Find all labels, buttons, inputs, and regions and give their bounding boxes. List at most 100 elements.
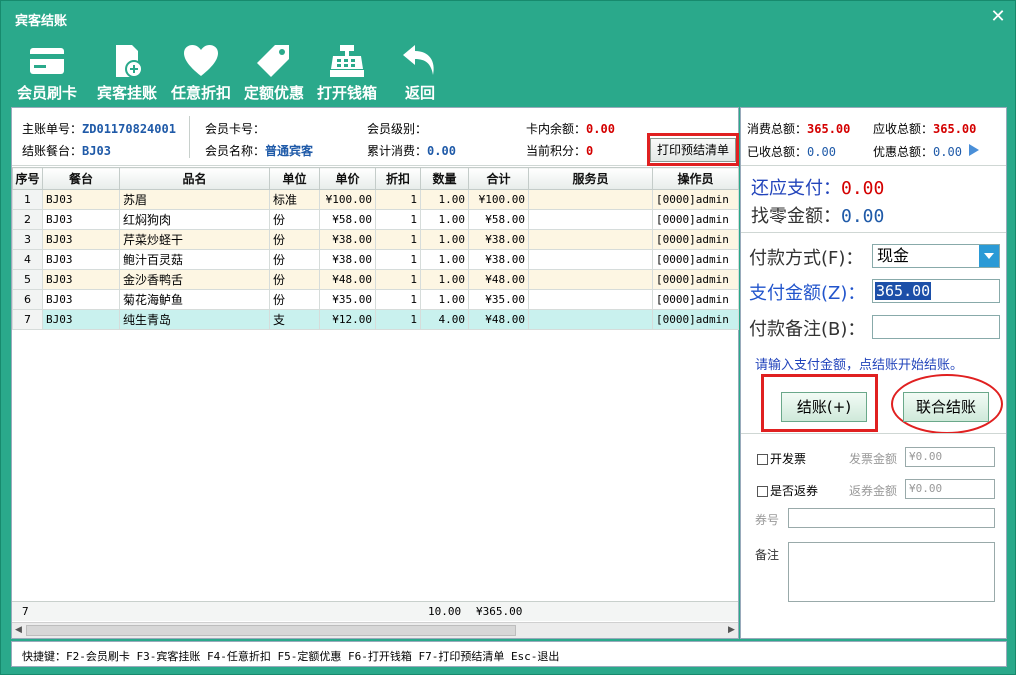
scroll-left-icon[interactable]: ◀ xyxy=(12,624,25,637)
cell-discount: 1 xyxy=(375,309,421,330)
payment-panel: 消费总额：365.00 应收总额：365.00 已收总额：0.00 优惠总额：0… xyxy=(740,107,1007,639)
payment-method-value: 现金 xyxy=(877,246,910,265)
title-bar: 宾客结账 ✕ xyxy=(1,1,1016,35)
cell-discount: 1 xyxy=(375,229,421,250)
return-button[interactable]: 返回 xyxy=(384,37,456,103)
card-icon xyxy=(30,48,64,74)
cell-discount: 1 xyxy=(375,189,421,210)
col-total[interactable]: 合计 xyxy=(468,167,529,190)
cell-total: ¥48.00 xyxy=(468,309,529,330)
table-row[interactable]: 5 BJ03 金沙香鸭舌 份 ¥48.00 1 1.00 ¥48.00 [000… xyxy=(12,269,739,290)
open-cash-drawer-label: 打开钱箱 xyxy=(316,84,377,102)
payment-note-input[interactable] xyxy=(872,315,1000,339)
payment-method-select[interactable]: 现金 xyxy=(872,244,1000,268)
col-waiter[interactable]: 服务员 xyxy=(528,167,653,190)
col-index[interactable]: 序号 xyxy=(12,167,43,190)
bill-info: 主账单号：ZD01170824001 结账餐台：BJ03 会员卡号： 会员名称：… xyxy=(12,108,739,166)
print-button-highlight xyxy=(647,133,739,166)
member-card-field: 会员卡号： xyxy=(205,122,266,136)
cell-table: BJ03 xyxy=(42,269,120,290)
open-cash-drawer-button[interactable]: 打开钱箱 xyxy=(311,37,383,103)
checkbox-icon[interactable] xyxy=(757,454,768,465)
table-row-selected[interactable]: 7 BJ03 纯生青岛 支 ¥12.00 1 4.00 ¥48.00 [0000… xyxy=(12,309,739,330)
invoice-checkbox[interactable]: 开发票 xyxy=(757,450,806,467)
cell-operator: [0000]admin xyxy=(652,229,739,250)
invoice-amount-label: 发票金额 xyxy=(849,452,898,466)
member-level-field: 会员级别： xyxy=(367,122,428,136)
any-discount-label: 任意折扣 xyxy=(170,84,231,102)
col-qty[interactable]: 数量 xyxy=(420,167,469,190)
coupon-amount-input[interactable]: ¥0.00 xyxy=(905,479,995,499)
cell-waiter xyxy=(528,289,653,310)
cell-qty: 1.00 xyxy=(420,209,469,230)
horizontal-scrollbar[interactable]: ◀ ▶ xyxy=(12,622,738,638)
fixed-discount-button[interactable]: 定额优惠 xyxy=(238,37,310,103)
cell-index: 3 xyxy=(12,229,43,250)
received-field: 已收总额：0.00 xyxy=(747,145,836,159)
cell-table: BJ03 xyxy=(42,209,120,230)
cell-total: ¥35.00 xyxy=(468,289,529,310)
footer-count: 7 xyxy=(22,605,29,618)
cell-unit: 份 xyxy=(269,229,320,250)
coupon-amount-label: 返券金额 xyxy=(849,484,898,498)
info-separator xyxy=(189,116,190,158)
cell-unit: 支 xyxy=(269,309,320,330)
remark-textarea[interactable] xyxy=(788,542,995,602)
member-name-field: 会员名称：普通宾客 xyxy=(205,144,314,158)
scrollbar-thumb[interactable] xyxy=(26,625,516,636)
cash-register-icon xyxy=(330,45,364,77)
payment-method-label: 付款方式(F)： xyxy=(749,248,864,269)
checkbox-icon[interactable] xyxy=(757,486,768,497)
cell-price: ¥12.00 xyxy=(319,309,376,330)
scroll-right-icon[interactable]: ▶ xyxy=(725,624,738,637)
cell-waiter xyxy=(528,269,653,290)
table-row[interactable]: 4 BJ03 鲍汁百灵菇 份 ¥38.00 1 1.00 ¥38.00 [000… xyxy=(12,249,739,270)
fixed-discount-label: 定额优惠 xyxy=(243,84,304,102)
col-operator[interactable]: 操作员 xyxy=(652,167,739,190)
cell-qty: 1.00 xyxy=(420,189,469,210)
cell-waiter xyxy=(528,309,653,330)
col-price[interactable]: 单价 xyxy=(319,167,376,190)
coupon-no-input[interactable] xyxy=(788,508,995,528)
joint-checkout-button[interactable]: 联合结账 xyxy=(903,392,989,422)
cell-total: ¥38.00 xyxy=(468,249,529,270)
invoice-amount-input[interactable]: ¥0.00 xyxy=(905,447,995,467)
close-icon[interactable]: ✕ xyxy=(987,6,1009,28)
col-name[interactable]: 品名 xyxy=(119,167,270,190)
table-row[interactable]: 1 BJ03 苏眉 标准 ¥100.00 1 1.00 ¥100.00 [000… xyxy=(12,189,739,210)
cell-operator: [0000]admin xyxy=(652,189,739,210)
heart-icon xyxy=(184,45,218,76)
card-balance-field: 卡内余额：0.00 xyxy=(526,122,615,136)
cell-name: 金沙香鸭舌 xyxy=(119,269,270,290)
footer-qty-sum: 10.00 xyxy=(428,605,462,618)
guest-credit-button[interactable]: 宾客挂账 xyxy=(91,37,163,103)
play-icon[interactable] xyxy=(969,144,979,156)
cell-price: ¥38.00 xyxy=(319,249,376,270)
chevron-down-icon[interactable] xyxy=(979,245,999,267)
checkout-button[interactable]: 结账(+) xyxy=(781,392,867,422)
cell-qty: 1.00 xyxy=(420,269,469,290)
cell-name: 芹菜炒蛏干 xyxy=(119,229,270,250)
cell-price: ¥58.00 xyxy=(319,209,376,230)
cell-unit: 份 xyxy=(269,289,320,310)
table-row[interactable]: 3 BJ03 芹菜炒蛏干 份 ¥38.00 1 1.00 ¥38.00 [000… xyxy=(12,229,739,250)
any-discount-button[interactable]: 任意折扣 xyxy=(165,37,237,103)
col-unit[interactable]: 单位 xyxy=(269,167,320,190)
cell-unit: 标准 xyxy=(269,189,320,210)
order-panel: 主账单号：ZD01170824001 结账餐台：BJ03 会员卡号： 会员名称：… xyxy=(11,107,739,639)
table-field: 结账餐台：BJ03 xyxy=(22,144,111,158)
cell-operator: [0000]admin xyxy=(652,289,739,310)
footer-total-sum: ¥365.00 xyxy=(476,605,523,618)
grid-footer: 7 10.00 ¥365.00 xyxy=(12,601,738,621)
member-card-button[interactable]: 会员刷卡 xyxy=(11,37,83,103)
table-row[interactable]: 6 BJ03 菊花海鲈鱼 份 ¥35.00 1 1.00 ¥35.00 [000… xyxy=(12,289,739,310)
summary-box: 消费总额：365.00 应收总额：365.00 已收总额：0.00 优惠总额：0… xyxy=(741,108,1006,166)
cell-waiter xyxy=(528,249,653,270)
cell-qty: 1.00 xyxy=(420,229,469,250)
cell-discount: 1 xyxy=(375,289,421,310)
coupon-checkbox[interactable]: 是否返券 xyxy=(757,482,818,499)
col-discount[interactable]: 折扣 xyxy=(375,167,421,190)
payment-amount-input[interactable]: 365.00 xyxy=(872,279,1000,303)
col-table[interactable]: 餐台 xyxy=(42,167,120,190)
table-row[interactable]: 2 BJ03 红焖狗肉 份 ¥58.00 1 1.00 ¥58.00 [0000… xyxy=(12,209,739,230)
